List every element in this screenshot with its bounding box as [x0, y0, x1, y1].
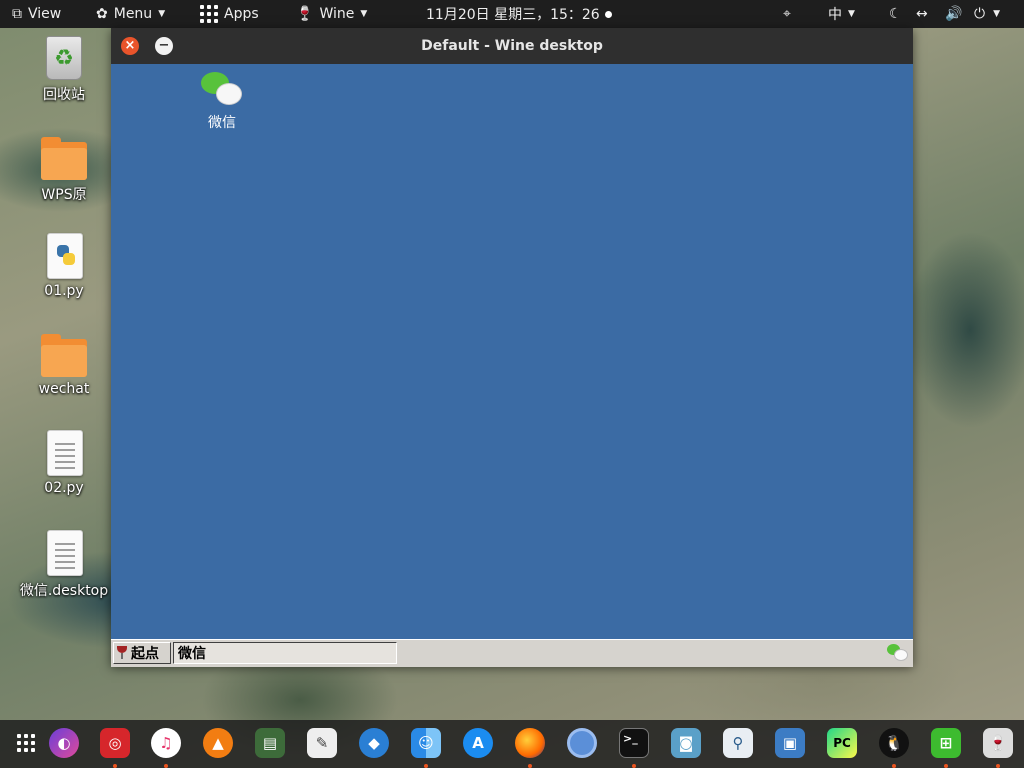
qq-icon[interactable]: 🐧: [879, 728, 909, 758]
finder-icon[interactable]: ☺: [411, 728, 441, 758]
wechat-shortcut[interactable]: 微信: [192, 72, 252, 132]
wine-glass-icon: 🍷: [296, 6, 314, 22]
desktop-icon-label: 02.py: [44, 480, 84, 496]
trash-icon: ♻: [46, 36, 82, 80]
minimize-button[interactable]: −: [155, 37, 173, 55]
running-indicator: [424, 764, 428, 768]
pycharm-icon[interactable]: PC: [827, 728, 857, 758]
desktop-icon-label: 微信.desktop: [19, 583, 109, 599]
browser-icon[interactable]: ◐: [49, 728, 79, 758]
text-editor-icon[interactable]: ✎: [307, 728, 337, 758]
close-button[interactable]: ×: [121, 37, 139, 55]
folder-icon: [41, 334, 87, 377]
running-indicator: [892, 764, 896, 768]
running-indicator: [632, 764, 636, 768]
app-store-icon[interactable]: A: [463, 728, 493, 758]
dock: ◐ ◎ ♫ ▲ ▤ ✎ ◆ ☺ A >_ ◙ ⚲ ▣ PC 🐧 ⊞ 🍷: [0, 720, 1024, 768]
screenshot-icon[interactable]: ◙: [671, 728, 701, 758]
netease-music-icon[interactable]: ◎: [100, 728, 130, 758]
view-label: View: [28, 6, 62, 22]
desktop-icon-label: wechat: [38, 381, 90, 397]
night-light-icon[interactable]: ☾: [889, 0, 902, 28]
itunes-icon[interactable]: ♫: [151, 728, 181, 758]
desktop-icon-label: WPS原: [41, 187, 87, 203]
windows-icon[interactable]: ⊞: [931, 728, 961, 758]
input-method-menu[interactable]: 中 ▼: [828, 0, 855, 28]
desktop-icon-wechat-folder[interactable]: wechat: [16, 331, 112, 397]
taskbar-item-wechat[interactable]: 微信: [173, 642, 397, 664]
apps-label: Apps: [224, 6, 259, 22]
wechat-icon: [201, 72, 243, 106]
python-file-icon: [47, 233, 83, 279]
apps-menu[interactable]: Apps: [200, 0, 259, 28]
running-indicator: [944, 764, 948, 768]
deepin-icon[interactable]: ◆: [359, 728, 389, 758]
location-icon[interactable]: ⌖: [783, 0, 791, 28]
desktop-icon-wps-folder[interactable]: WPS原: [16, 134, 112, 204]
firefox-icon[interactable]: [515, 728, 545, 758]
folder-icon: [41, 137, 87, 180]
power-menu[interactable]: ⏻ ▼: [974, 0, 1000, 28]
vlc-icon[interactable]: ▲: [203, 728, 233, 758]
chevron-down-icon: ▼: [158, 9, 166, 19]
wine-glass-icon: [117, 646, 127, 660]
volume-icon[interactable]: 🔊: [945, 0, 962, 28]
wechat-shortcut-label: 微信: [208, 115, 236, 131]
search-icon[interactable]: ⚲: [723, 728, 753, 758]
input-method-label: 中: [828, 7, 842, 23]
desktop-icon-label: 回收站: [43, 87, 85, 103]
menu-label: Menu: [113, 6, 153, 22]
notification-dot-icon: [604, 10, 612, 18]
desktop-icon-trash[interactable]: ♻ 回收站: [16, 34, 112, 104]
app-grid-icon[interactable]: [11, 728, 41, 758]
running-indicator: [528, 764, 532, 768]
minimize-icon: −: [158, 38, 170, 53]
text-file-icon: [47, 530, 83, 576]
task-label: 微信: [178, 646, 206, 662]
top-panel: ⧉ View ✿ Menu ▼ Apps 🍷 Wine ▼ 11月20日 星期三…: [0, 0, 1024, 28]
image-viewer-icon[interactable]: ▣: [775, 728, 805, 758]
gnome-foot-icon: ✿: [96, 6, 108, 22]
desktop-icon-label: 01.py: [44, 283, 84, 299]
text-file-icon: [47, 430, 83, 476]
running-indicator: [996, 764, 1000, 768]
chevron-down-icon: ▼: [848, 9, 855, 19]
window-icon: ⧉: [12, 6, 22, 22]
running-indicator: [164, 764, 168, 768]
wine-menu[interactable]: 🍷 Wine ▼: [296, 0, 367, 28]
wechat-tray-icon[interactable]: [887, 644, 908, 661]
wine-taskbar: 起点 微信: [111, 639, 913, 667]
start-button[interactable]: 起点: [113, 642, 171, 664]
power-icon: ⏻: [974, 6, 986, 22]
clock-text: 11月20日 星期三，15：26: [426, 7, 600, 23]
terminal-icon[interactable]: >_: [619, 728, 649, 758]
main-menu[interactable]: ✿ Menu ▼: [96, 0, 165, 28]
network-icon[interactable]: ↔: [916, 0, 928, 28]
wine-label: Wine: [319, 6, 355, 22]
chevron-down-icon: ▼: [993, 9, 1000, 19]
stardict-icon[interactable]: ▤: [255, 728, 285, 758]
window-title: Default - Wine desktop: [421, 38, 603, 54]
clock[interactable]: 11月20日 星期三，15：26: [426, 0, 612, 28]
window-titlebar[interactable]: × − Default - Wine desktop: [111, 28, 913, 64]
wine-desktop-window: × − Default - Wine desktop 微信 起点 微信: [111, 28, 913, 667]
desktop-icon-wechat-desktop[interactable]: 微信.desktop: [16, 530, 112, 600]
chromium-icon[interactable]: [567, 728, 597, 758]
view-menu[interactable]: ⧉ View: [12, 0, 61, 28]
desktop-icon-01-py[interactable]: 01.py: [16, 233, 112, 299]
desktop-icon-02-py[interactable]: 02.py: [16, 430, 112, 496]
wine-desktop-area[interactable]: 微信: [112, 64, 912, 639]
grid-icon: [200, 5, 218, 23]
close-icon: ×: [124, 38, 136, 53]
running-indicator: [113, 764, 117, 768]
wine-icon[interactable]: 🍷: [983, 728, 1013, 758]
start-label: 起点: [131, 646, 159, 662]
chevron-down-icon: ▼: [360, 9, 368, 19]
